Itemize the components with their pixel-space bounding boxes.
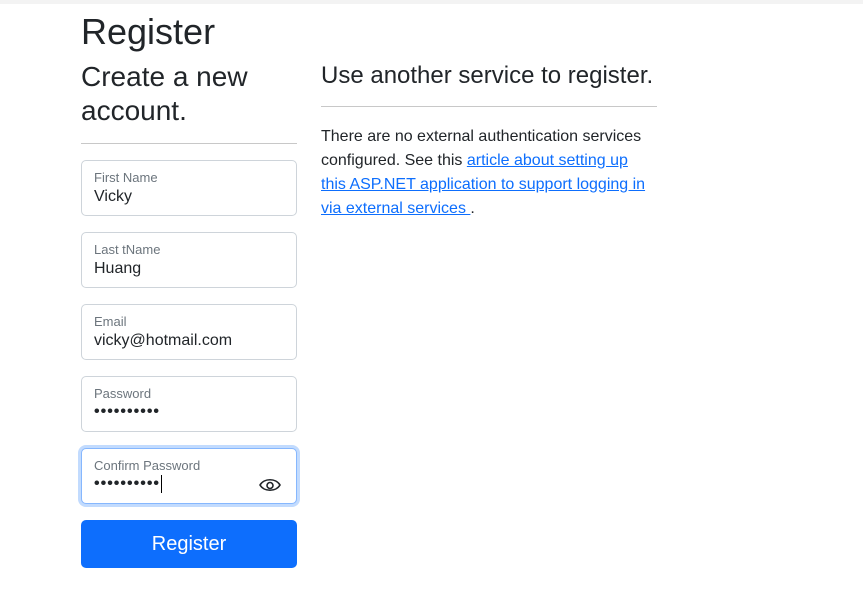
first-name-field[interactable]: First Name Vicky — [81, 160, 297, 216]
last-name-label: Last tName — [94, 242, 161, 257]
form-heading: Create a new account. — [81, 61, 248, 126]
eye-icon[interactable] — [258, 477, 282, 493]
external-heading: Use another service to register. — [321, 62, 654, 89]
last-name-input[interactable]: Huang — [94, 260, 264, 278]
password-field[interactable]: Password •••••••••• — [81, 376, 297, 432]
first-name-label: First Name — [94, 170, 158, 185]
page-title: Register — [81, 11, 216, 52]
confirm-password-value: •••••••••• — [94, 475, 161, 493]
confirm-password-field[interactable]: Confirm Password •••••••••• — [81, 448, 297, 504]
external-divider — [321, 106, 657, 107]
text-caret — [161, 475, 163, 493]
external-text-after: . — [470, 200, 475, 217]
register-form: Create a new account. First Name Vicky L… — [81, 60, 297, 568]
confirm-password-label: Confirm Password — [94, 458, 201, 473]
password-input[interactable]: •••••••••• — [94, 403, 264, 421]
password-label: Password — [94, 386, 152, 401]
form-divider — [81, 143, 297, 144]
register-button[interactable]: Register — [81, 520, 297, 568]
email-field[interactable]: Email vicky@hotmail.com — [81, 304, 297, 360]
email-label: Email — [94, 314, 127, 329]
confirm-password-input[interactable]: •••••••••• — [94, 475, 264, 493]
external-info-text: There are no external authentication ser… — [321, 125, 657, 221]
email-input[interactable]: vicky@hotmail.com — [94, 332, 264, 350]
first-name-input[interactable]: Vicky — [94, 188, 264, 206]
top-strip — [0, 0, 863, 4]
external-login-section: Use another service to register. There a… — [321, 60, 657, 237]
last-name-field[interactable]: Last tName Huang — [81, 232, 297, 288]
